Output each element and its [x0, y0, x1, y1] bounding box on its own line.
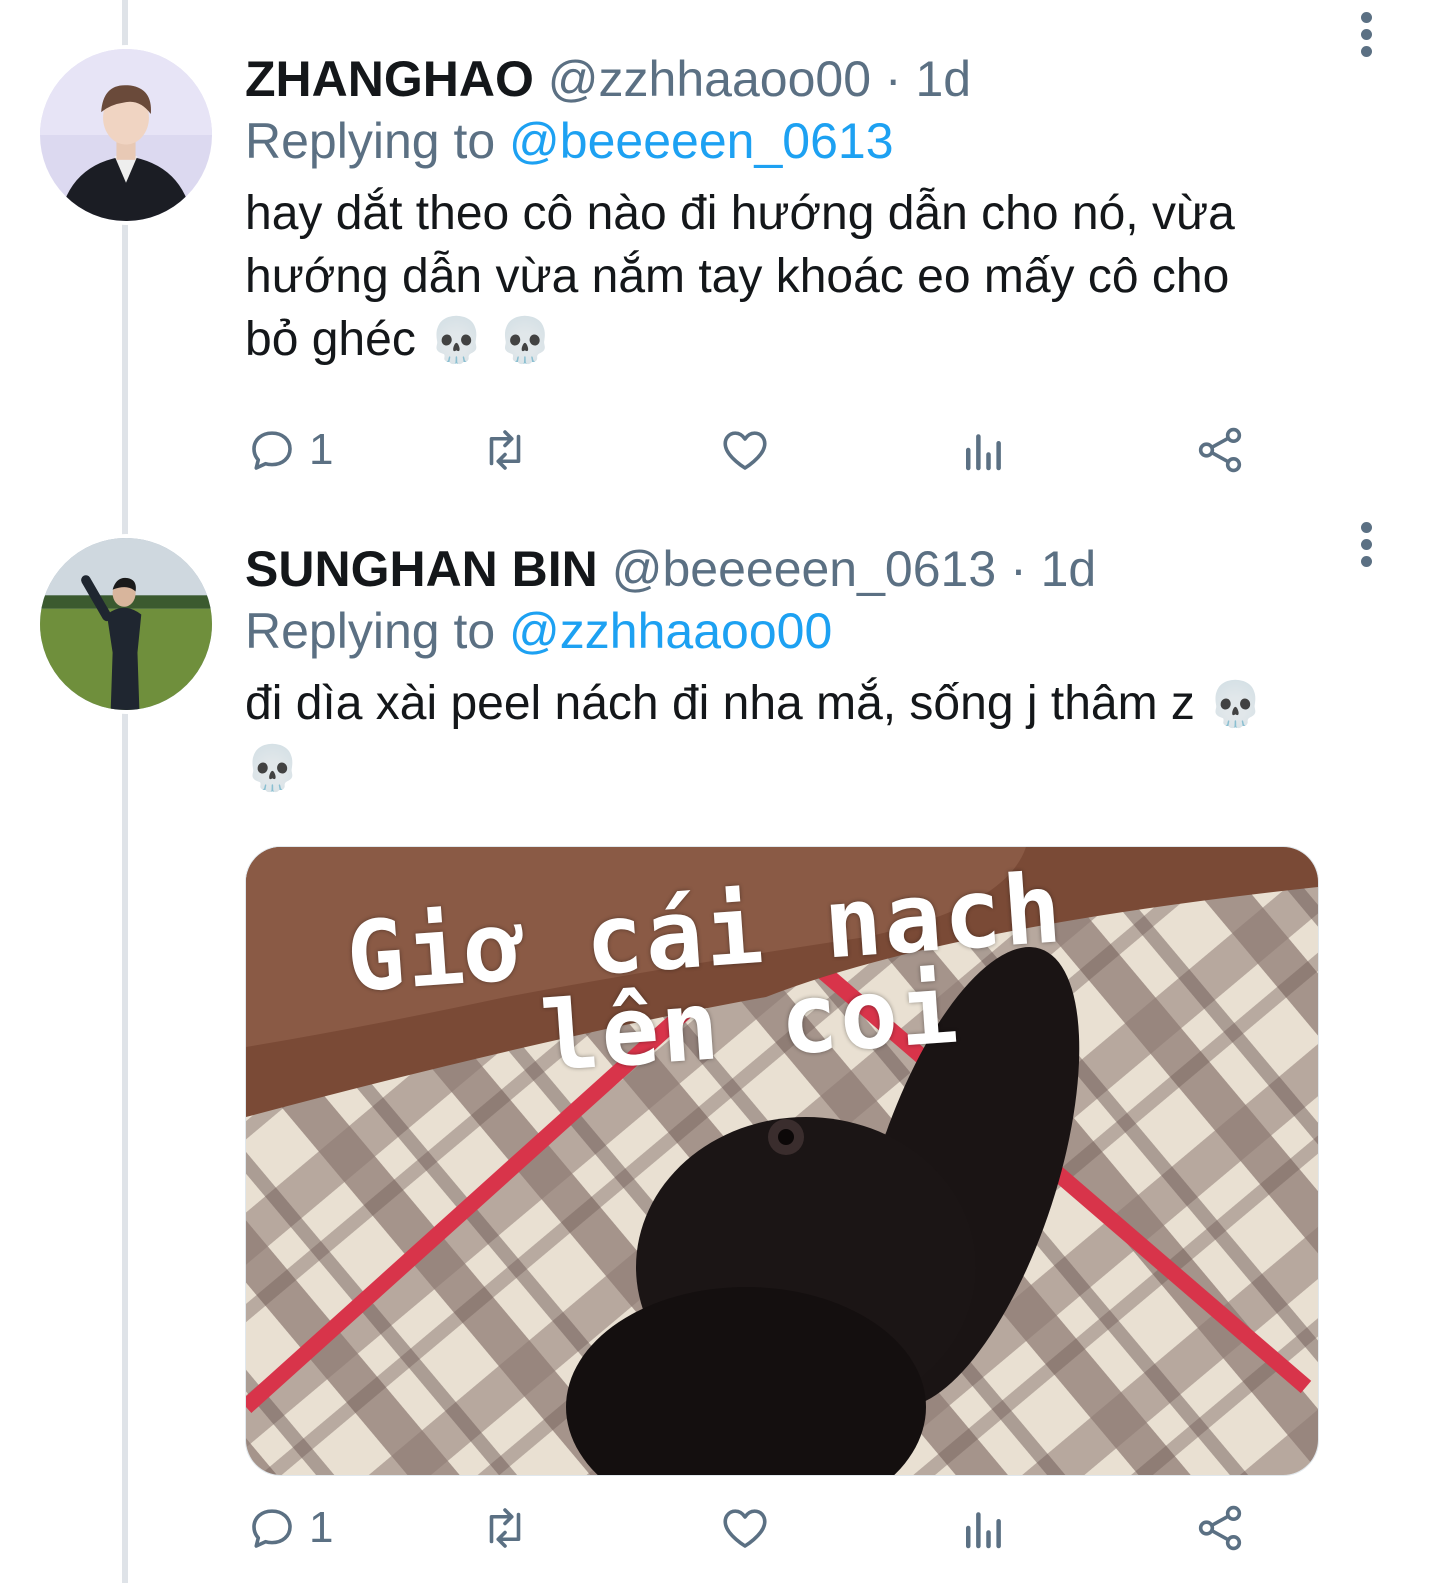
stats-button[interactable]	[957, 1498, 1011, 1558]
retweet-icon	[489, 1508, 521, 1548]
retweet-button[interactable]	[478, 420, 532, 480]
tweet-text: đi dìa xài peel nách đi nha mắ, sống j t…	[245, 672, 1380, 800]
reply-count: 1	[309, 425, 334, 474]
share-button[interactable]	[1193, 420, 1247, 480]
separator-dot: ·	[1010, 541, 1027, 597]
separator-dot: ·	[884, 51, 902, 107]
share-button[interactable]	[1193, 1498, 1247, 1558]
skull-emoji: 💀 💀	[429, 315, 553, 366]
more-icon[interactable]	[1356, 522, 1376, 568]
retweet-icon	[489, 430, 521, 470]
share-icon	[1198, 427, 1242, 473]
more-icon[interactable]	[1356, 12, 1376, 58]
retweet-button[interactable]	[478, 1498, 532, 1558]
stats-button[interactable]	[957, 420, 1011, 480]
action-bar: 1	[245, 1498, 1255, 1558]
action-bar: 1	[245, 420, 1255, 480]
avatar[interactable]	[36, 534, 216, 714]
user-handle[interactable]: @zzhhaaoo00	[548, 51, 871, 107]
tweet-body: hay dắt theo cô nào đi hướng dẫn cho nó,…	[245, 187, 1235, 366]
reply-button[interactable]: 1	[245, 420, 333, 480]
timestamp[interactable]: 1d	[915, 51, 971, 107]
reply-icon	[252, 431, 292, 470]
display-name[interactable]: SUNGHAN BIN	[245, 541, 598, 597]
like-button[interactable]	[718, 420, 772, 480]
avatar[interactable]	[36, 45, 216, 225]
like-icon	[723, 431, 767, 470]
tweet[interactable]: ZHANGHAO @zzhhaaoo00 · 1d Replying to @b…	[0, 0, 1440, 510]
reply-button[interactable]: 1	[245, 1498, 333, 1558]
tweet-text: hay dắt theo cô nào đi hướng dẫn cho nó,…	[245, 182, 1380, 372]
replying-to: Replying to @zzhhaaoo00	[245, 600, 1380, 662]
profile-photo-icon	[40, 49, 212, 221]
reply-count: 1	[309, 1503, 334, 1552]
share-icon	[1198, 1505, 1242, 1551]
stats-icon	[966, 1512, 1001, 1549]
tweet-media-image[interactable]: Giơ cái nach lên coi	[245, 846, 1319, 1476]
profile-photo-icon	[40, 538, 212, 710]
stats-icon	[966, 434, 1001, 471]
replying-to-mention[interactable]: @zzhhaaoo00	[509, 603, 832, 659]
replying-to-mention[interactable]: @beeeeen_0613	[509, 113, 893, 169]
reply-icon	[252, 1509, 292, 1548]
display-name[interactable]: ZHANGHAO	[245, 51, 534, 107]
like-button[interactable]	[718, 1498, 772, 1558]
tweet-body: đi dìa xài peel nách đi nha mắ, sống j t…	[245, 677, 1209, 730]
timestamp[interactable]: 1d	[1041, 541, 1097, 597]
replying-to-label: Replying to	[245, 603, 510, 659]
like-icon	[723, 1509, 767, 1548]
user-handle[interactable]: @beeeeen_0613	[612, 541, 996, 597]
replying-to-label: Replying to	[245, 113, 510, 169]
replying-to: Replying to @beeeeen_0613	[245, 110, 1380, 172]
tweet[interactable]: SUNGHAN BIN @beeeeen_0613 · 1d Replying …	[0, 510, 1440, 1583]
